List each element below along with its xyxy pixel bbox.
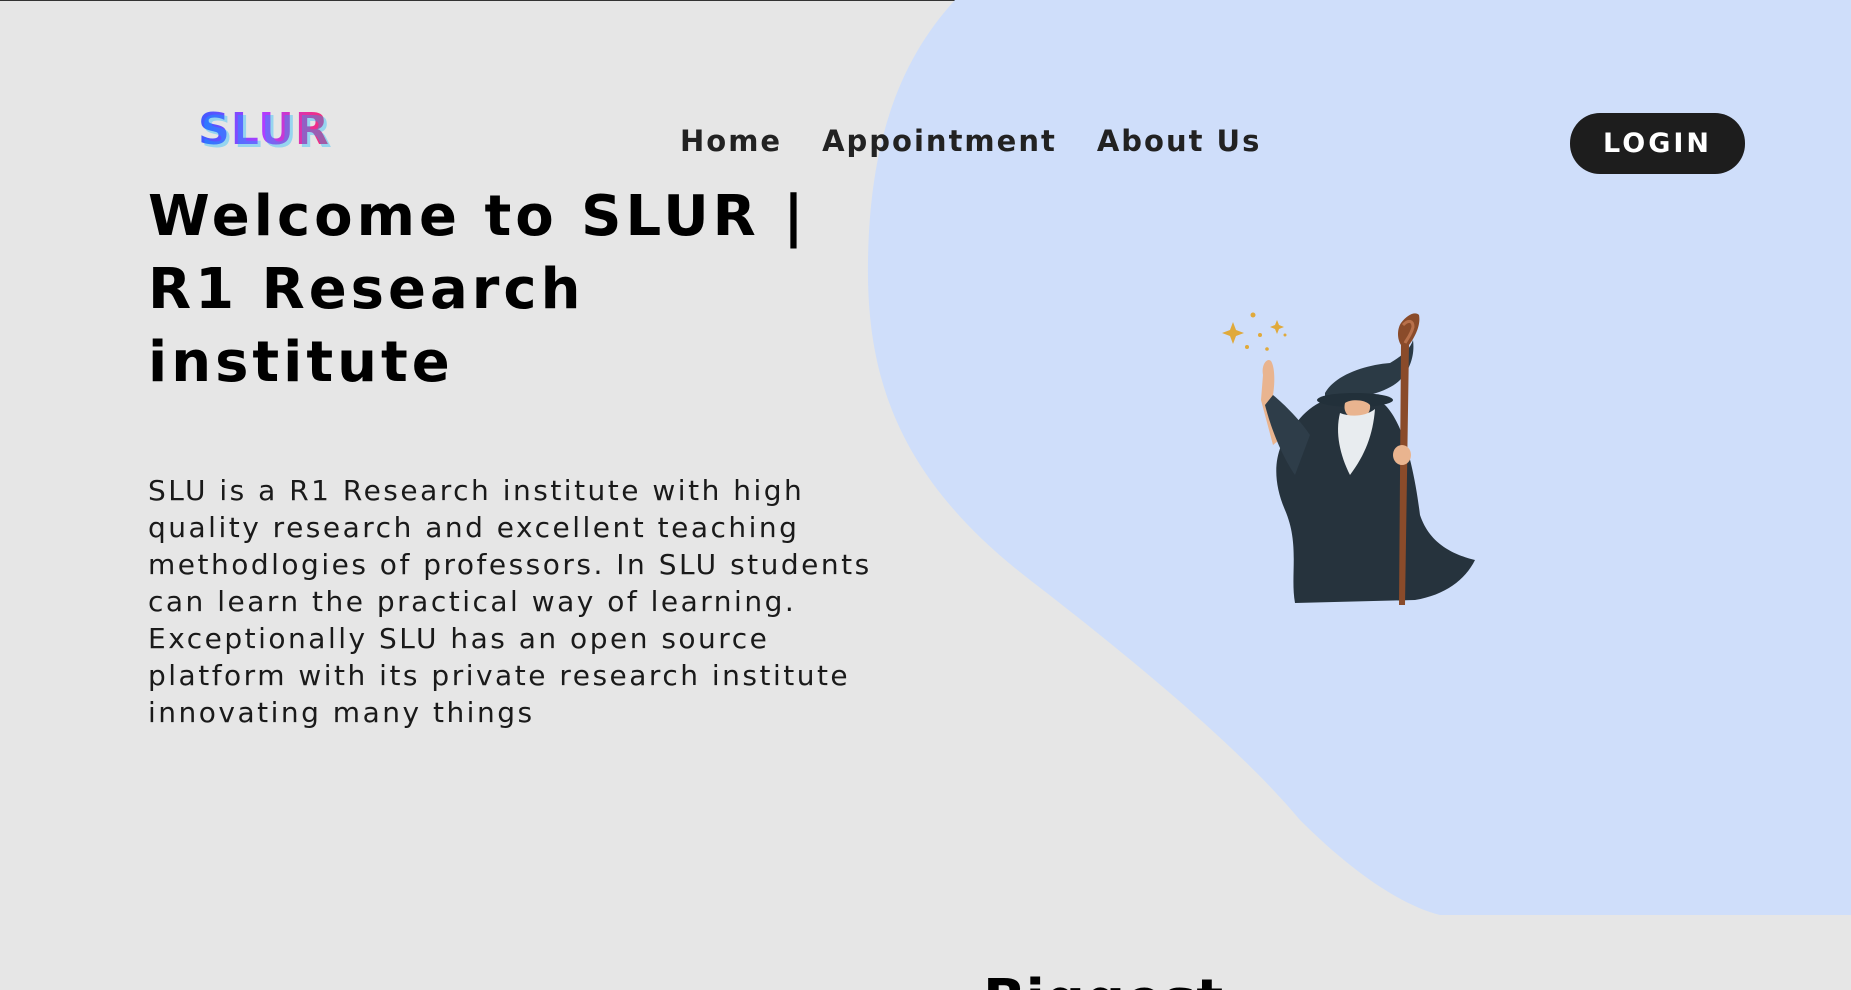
nav-appointment-link[interactable]: Appointment [822,124,1057,158]
wizard-illustration-icon [1222,312,1475,605]
main-nav: Home Appointment About Us [680,124,1261,158]
next-section-heading: Biggest [983,968,1223,990]
login-button[interactable]: LOGIN [1570,113,1745,174]
brand-logo[interactable]: SLUR [198,104,330,155]
nav-about-link[interactable]: About Us [1097,124,1262,158]
nav-home-link[interactable]: Home [680,124,782,158]
hero-description: SLU is a R1 Research institute with high… [148,474,872,729]
hero-title: Welcome to SLUR | R1 Research institute [148,184,808,395]
page: SLUR Home Appointment About Us LOGIN Wel… [0,0,1851,990]
